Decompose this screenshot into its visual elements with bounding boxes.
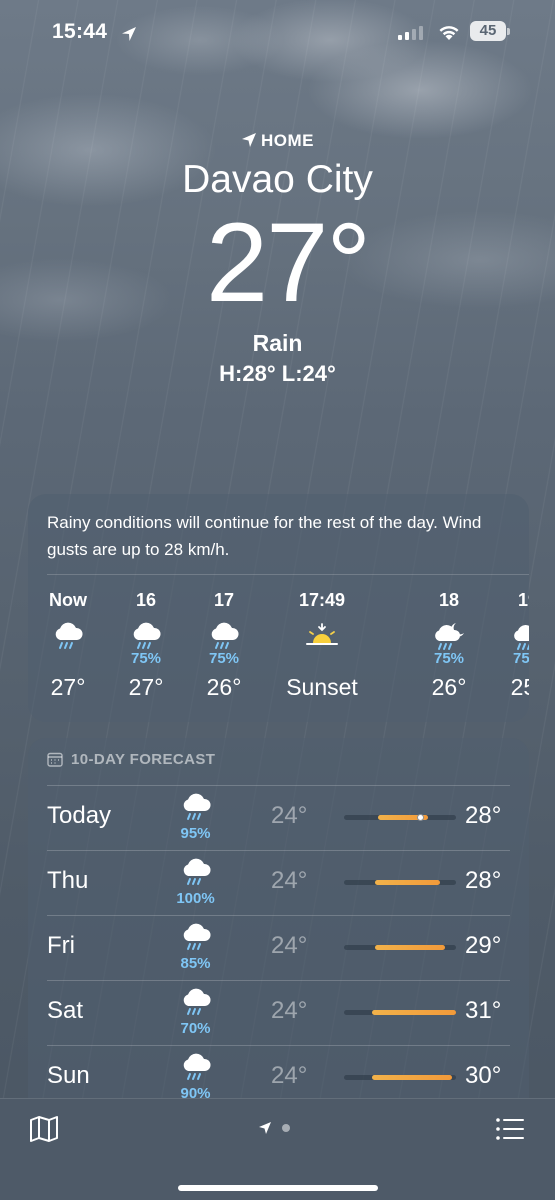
low-temp: 24° <box>271 867 308 894</box>
precip-chance: 100% <box>176 890 215 907</box>
status-bar: 15:44 45 <box>0 18 555 50</box>
location-label: HOME <box>0 131 555 151</box>
day-name: Sat <box>47 997 84 1024</box>
range-fill <box>372 1010 456 1015</box>
hour-temp: 25° <box>510 674 529 700</box>
list-icon[interactable] <box>495 1115 525 1143</box>
forecast-summary: Rainy conditions will continue for the r… <box>47 513 482 559</box>
low-temp: 24° <box>271 1062 308 1089</box>
rain-cloud-icon <box>183 1053 211 1080</box>
range-fill <box>372 1075 452 1080</box>
ten-day-header: 10-DAY FORECAST <box>47 751 215 768</box>
high-low: H:28° L:24° <box>219 361 336 386</box>
hour-label: 17:49 <box>298 590 346 610</box>
precip-chance <box>280 650 364 670</box>
hour-item: 17 75% 26° <box>184 590 264 701</box>
ten-day-forecast-card[interactable]: 10-DAY FORECAST Today 95% 24° 28° Thu 10… <box>28 738 529 1138</box>
battery-level: 45 <box>470 21 506 41</box>
low-temp: 24° <box>271 802 308 829</box>
day-row[interactable]: Today 95% 24° 28° <box>28 785 529 850</box>
hour-label: 17 <box>213 590 235 610</box>
precip-chance: 75% <box>130 650 162 667</box>
wifi-icon <box>439 26 459 40</box>
temperature-range-bar <box>344 1010 456 1015</box>
hour-label: 16 <box>135 590 157 610</box>
ten-day-title: 10-DAY FORECAST <box>71 751 216 768</box>
day-row[interactable]: Fri 85% 24° 29° <box>28 915 529 980</box>
low-temp: 24° <box>271 932 308 959</box>
home-label: HOME <box>261 131 314 150</box>
hour-label: 19 <box>517 590 529 610</box>
temperature-range-bar <box>344 880 456 885</box>
precip-chance: 70% <box>180 1020 211 1037</box>
hour-item: Now 27° <box>28 590 108 701</box>
rain-cloud-icon <box>183 858 211 885</box>
hour-temp: 26° <box>431 674 467 700</box>
high-temp: 29° <box>465 932 502 959</box>
calendar-icon <box>47 752 63 767</box>
rain-cloud-icon <box>183 923 211 950</box>
hour-temp: 26° <box>206 674 242 700</box>
current-temp-marker <box>416 814 424 821</box>
current-temperature: 27° <box>205 200 371 325</box>
divider <box>47 574 529 575</box>
high-temp: 28° <box>465 867 502 894</box>
low-temp: 24° <box>271 997 308 1024</box>
page-dot <box>282 1124 290 1132</box>
hour-item: 17:49 Sunset <box>280 590 364 701</box>
hour-item: 19 75% 25° <box>488 590 529 701</box>
current-condition: Rain <box>252 330 303 356</box>
hour-item: 18 75% 26° <box>409 590 489 701</box>
temperature-range-bar <box>344 1075 456 1080</box>
hourly-list[interactable]: Now 27° 16 75% 27° 17 75% 26° 17:49 Suns… <box>28 590 529 710</box>
hour-temp: 27° <box>128 674 164 700</box>
hourly-forecast-card[interactable]: Rainy conditions will continue for the r… <box>28 494 529 722</box>
temperature-range-bar <box>344 814 456 821</box>
range-fill <box>375 880 441 885</box>
status-time: 15:44 <box>52 20 108 43</box>
map-icon[interactable] <box>28 1114 60 1144</box>
cellular-signal-icon <box>398 26 423 40</box>
precip-chance <box>28 650 108 670</box>
day-row[interactable]: Sat 70% 24° 31° <box>28 980 529 1045</box>
precip-chance: 75% <box>208 650 240 667</box>
day-row[interactable]: Thu 100% 24° 28° <box>28 850 529 915</box>
precip-chance: 75% <box>433 650 465 667</box>
high-temp: 31° <box>465 997 502 1024</box>
rain-cloud-icon <box>183 988 211 1015</box>
day-name: Sun <box>47 1062 90 1089</box>
high-temp: 28° <box>465 802 502 829</box>
range-fill <box>375 945 445 950</box>
location-arrow-icon <box>259 1122 271 1134</box>
home-indicator <box>178 1185 378 1191</box>
day-name: Today <box>47 802 112 829</box>
hour-temp: 27° <box>50 674 86 700</box>
city-name: Davao City <box>182 158 373 201</box>
rain-cloud-icon <box>183 793 211 820</box>
precip-chance: 75% <box>512 650 529 667</box>
location-arrow-icon <box>122 27 136 41</box>
hour-temp: Sunset <box>286 674 358 700</box>
hour-label: Now <box>49 590 87 610</box>
location-arrow-icon <box>242 133 256 147</box>
battery-icon: 45 <box>470 21 510 41</box>
day-name: Fri <box>47 932 75 959</box>
temperature-range-bar <box>344 945 456 950</box>
hour-item: 16 75% 27° <box>106 590 186 701</box>
bottom-toolbar <box>0 1098 555 1200</box>
page-indicator[interactable] <box>258 1121 290 1135</box>
day-name: Thu <box>47 867 89 894</box>
precip-chance: 85% <box>180 955 211 972</box>
hour-label: 18 <box>438 590 460 610</box>
high-temp: 30° <box>465 1062 502 1089</box>
precip-chance: 95% <box>180 825 211 842</box>
